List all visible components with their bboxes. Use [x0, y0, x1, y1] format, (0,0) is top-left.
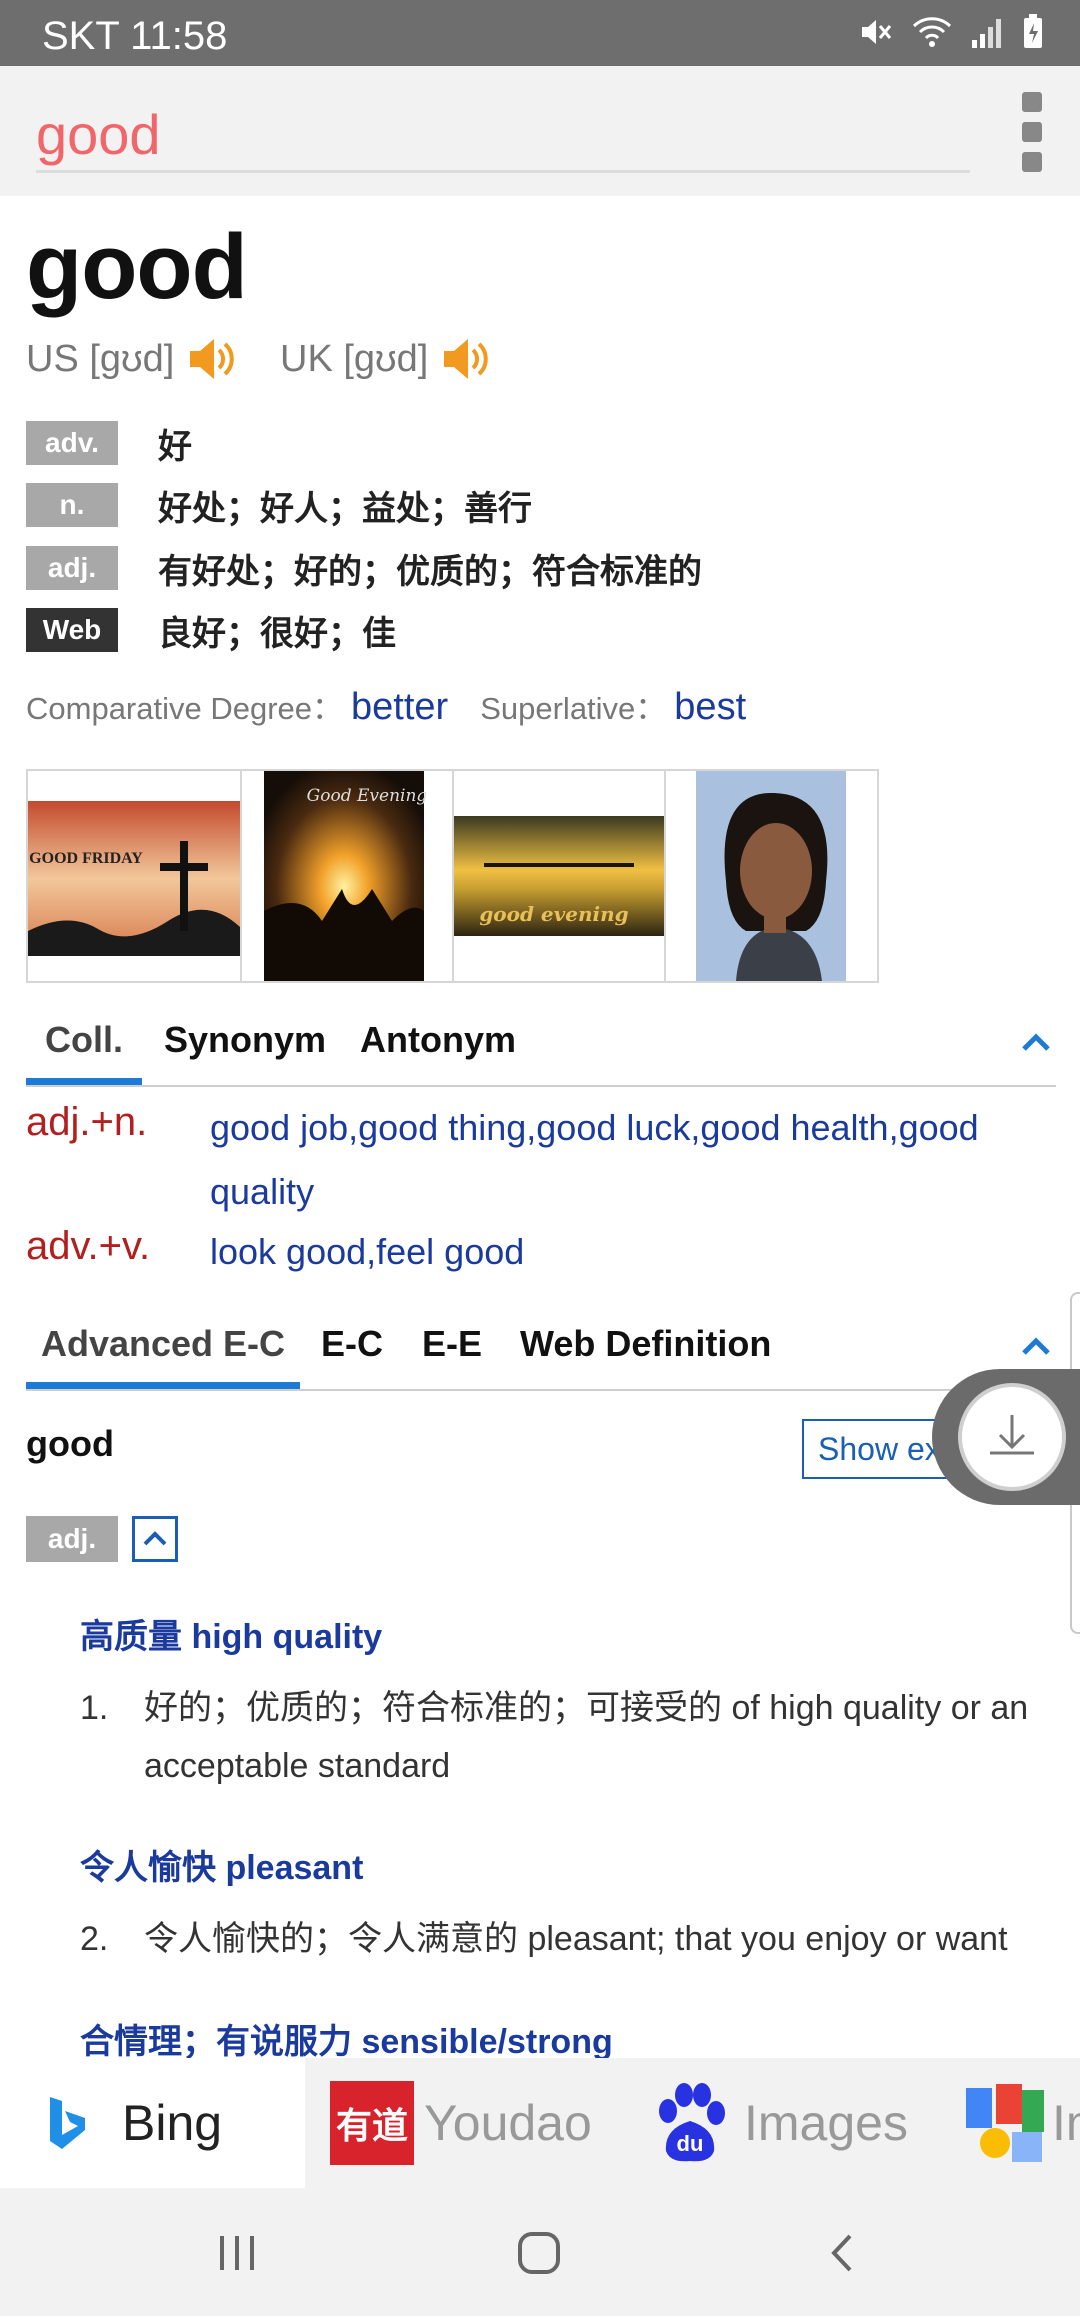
floating-download-button[interactable]	[932, 1369, 1080, 1505]
image-thumbnail[interactable]: good evening	[454, 771, 666, 981]
active-tab-indicator	[26, 1078, 142, 1085]
speaker-icon[interactable]	[440, 332, 494, 386]
definition-row: Web 良好；很好；佳	[26, 607, 396, 653]
baidu-paw-icon: du	[659, 2083, 725, 2162]
sense-heading: 合情理；有说服力 sensible/strong	[80, 2023, 613, 2061]
headword: good	[26, 216, 248, 318]
search-engine-bar: Bing 有道 Youdao du Images Im	[0, 2058, 1080, 2188]
pos-label: Web	[26, 608, 118, 652]
speaker-icon[interactable]	[186, 332, 240, 386]
image-strip: GOOD FRIDAY Good Evening good evening	[26, 769, 879, 983]
pos-label: adv.	[26, 421, 118, 465]
colorful-blocks-icon	[966, 2084, 1044, 2162]
advanced-word: good	[26, 1423, 114, 1464]
collocation-pos: adv.+v.	[26, 1224, 151, 1268]
image-thumbnail[interactable]: GOOD FRIDAY	[28, 771, 242, 981]
collocation-row: adj.+n. good job,good thing,good luck,go…	[26, 1096, 1056, 1226]
definition-text: 有好处；好的；优质的；符合标准的	[158, 552, 702, 591]
back-icon[interactable]	[808, 2218, 878, 2288]
sense-heading: 高质量 high quality	[80, 1618, 383, 1656]
pos-label: adj.	[26, 1516, 118, 1562]
bing-logo-icon	[50, 2097, 85, 2149]
image-caption: GOOD FRIDAY	[29, 850, 143, 867]
superlative-label: Superlative：	[480, 691, 667, 726]
image-caption: good evening	[479, 902, 628, 926]
sense-text: 好的；优质的；符合标准的；可接受的 of high quality or an …	[144, 1689, 1029, 1785]
download-icon	[958, 1383, 1066, 1491]
collocation-values[interactable]: good job,good thing,good luck,good healt…	[210, 1096, 1040, 1224]
system-navigation-bar	[0, 2188, 1080, 2316]
status-time: SKT 11:58	[42, 14, 228, 58]
wifi-icon	[912, 17, 952, 47]
pos-section: adj.	[26, 1515, 178, 1563]
dictionary-screen: SKT 11:58 good good US [gʊd] UK [gʊd] ad…	[0, 0, 1080, 2316]
mute-icon	[862, 20, 892, 44]
pronunciation-uk: UK [gʊd]	[280, 332, 494, 386]
pron-us-text: US [gʊd]	[26, 337, 175, 380]
collocation-row: adv.+v. look good,feel good	[26, 1220, 1056, 1284]
engine-bing[interactable]: Bing	[0, 2058, 305, 2188]
definition-row: n. 好处；好人；益处；善行	[26, 482, 532, 528]
sense-definition: 1. 好的；优质的；符合标准的；可接受的 of high quality or …	[80, 1679, 1060, 1795]
tab-ee[interactable]: E-E	[422, 1301, 482, 1387]
image-thumbnail[interactable]	[666, 771, 877, 981]
superlative-link[interactable]: best	[674, 686, 746, 729]
sense-heading: 令人愉快 pleasant	[80, 1849, 364, 1887]
chevron-up-icon[interactable]	[132, 1516, 178, 1562]
definition-tabs: Advanced E-C E-C E-E Web Definition	[26, 1301, 1056, 1391]
definition-row: adj. 有好处；好的；优质的；符合标准的	[26, 545, 702, 591]
svg-text:du: du	[677, 2131, 704, 2156]
collocation-values[interactable]: look good,feel good	[210, 1220, 1040, 1284]
youdao-logo-icon: 有道	[330, 2081, 414, 2165]
engine-images[interactable]: du Images	[650, 2058, 908, 2188]
tab-coll[interactable]: Coll.	[26, 997, 142, 1085]
definition-row: adv. 好	[26, 420, 192, 466]
search-underline	[36, 170, 970, 173]
image-thumbnail[interactable]: Good Evening	[242, 771, 454, 981]
pron-uk-text: UK [gʊd]	[280, 337, 429, 380]
engine-youdao[interactable]: 有道 Youdao	[330, 2058, 592, 2188]
collocation-tabs: Coll. Synonym Antonym	[26, 997, 1056, 1087]
image-caption: Good Evening	[307, 786, 428, 806]
signal-icon	[972, 19, 1001, 48]
definition-text: 良好；很好；佳	[158, 614, 396, 653]
overflow-menu-icon[interactable]	[1018, 92, 1046, 172]
home-icon[interactable]	[504, 2218, 574, 2288]
sense-number: 1.	[80, 1689, 109, 1727]
pos-label: adj.	[26, 546, 118, 590]
comparative-label: Comparative Degree：	[26, 691, 344, 726]
collocation-pos: adj.+n.	[26, 1100, 148, 1144]
tab-advanced-ec[interactable]: Advanced E-C	[26, 1301, 300, 1389]
search-header: good	[0, 66, 1080, 196]
sense-definition: 2. 令人愉快的；令人满意的 pleasant; that you enjoy …	[80, 1910, 1060, 1968]
status-bar: SKT 11:58	[0, 0, 1080, 66]
sense-number: 2.	[80, 1920, 109, 1958]
definition-text: 好	[158, 427, 192, 466]
chevron-up-icon[interactable]	[1016, 1327, 1056, 1367]
pronunciation-us: US [gʊd]	[26, 332, 240, 386]
tab-ec[interactable]: E-C	[321, 1301, 383, 1387]
tab-synonym[interactable]: Synonym	[164, 997, 326, 1083]
battery-icon	[1024, 14, 1042, 48]
recent-apps-icon[interactable]	[202, 2218, 272, 2288]
active-tab-indicator	[26, 1382, 300, 1389]
sense-text: 令人愉快的；令人满意的 pleasant; that you enjoy or …	[144, 1920, 1008, 1958]
tab-web-definition[interactable]: Web Definition	[520, 1301, 771, 1387]
tab-antonym[interactable]: Antonym	[360, 997, 516, 1083]
engine-more[interactable]: Im	[962, 2058, 1080, 2188]
comparative-link[interactable]: better	[351, 686, 448, 729]
pos-label: n.	[26, 483, 118, 527]
degree-forms: Comparative Degree： better Superlative： …	[26, 683, 746, 729]
definition-text: 好处；好人；益处；善行	[158, 489, 532, 528]
chevron-up-icon[interactable]	[1016, 1023, 1056, 1063]
search-query[interactable]: good	[36, 102, 161, 167]
